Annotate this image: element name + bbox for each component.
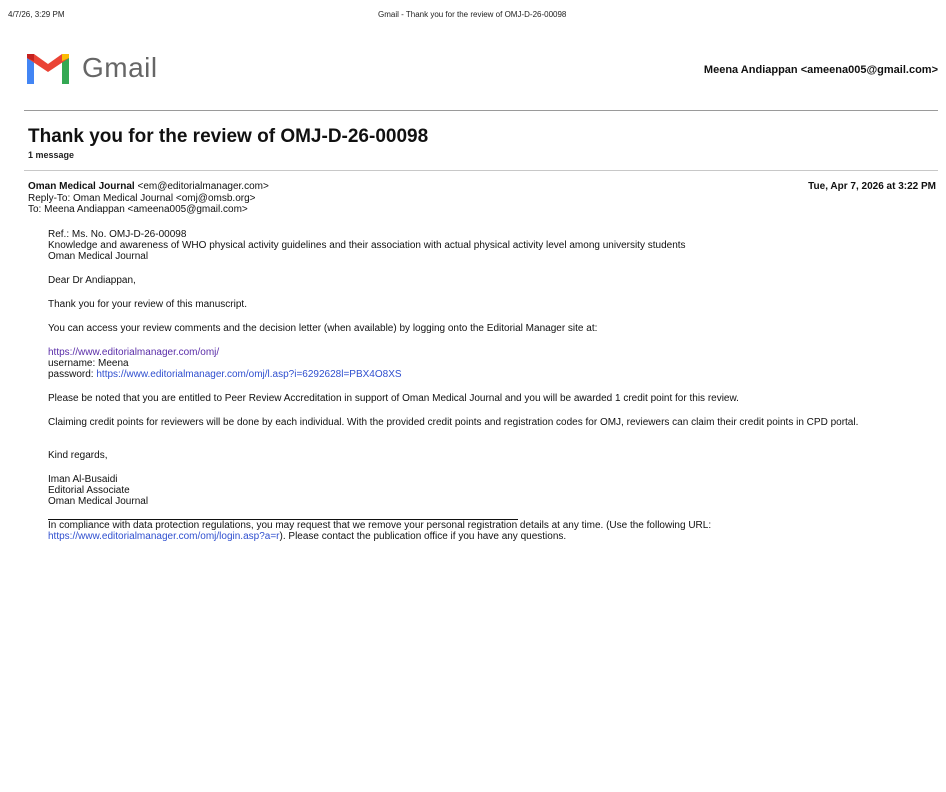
gmail-logo[interactable]: Gmail bbox=[24, 50, 158, 86]
sender-address: <em@editorialmanager.com> bbox=[137, 181, 269, 192]
password-link[interactable]: https://www.editorialmanager.com/omj/l.a… bbox=[96, 369, 401, 380]
reply-to-row: Reply-To: Oman Medical Journal <omj@omsb… bbox=[28, 193, 269, 205]
to-address: Meena Andiappan <ameena005@gmail.com> bbox=[44, 204, 248, 215]
subject-divider bbox=[24, 170, 938, 171]
message-meta: Oman Medical Journal <em@editorialmanage… bbox=[28, 181, 269, 216]
remove-details-link[interactable]: https://www.editorialmanager.com/omj/log… bbox=[48, 531, 280, 542]
signature-title: Editorial Associate bbox=[48, 485, 130, 496]
claiming-paragraph: Claiming credit points for reviewers wil… bbox=[48, 417, 859, 428]
password-label: password: bbox=[48, 369, 94, 380]
data-protection-notice: In compliance with data protection regul… bbox=[48, 520, 928, 542]
greeting: Dear Dr Andiappan, bbox=[48, 275, 136, 286]
message-body: Ref.: Ms. No. OMJ-D-26-00098 Knowledge a… bbox=[48, 229, 928, 542]
print-title: Gmail - Thank you for the review of OMJ-… bbox=[378, 10, 567, 19]
message-count: 1 message bbox=[28, 150, 75, 160]
reply-to-address: Oman Medical Journal <omj@omsb.org> bbox=[73, 192, 256, 204]
username-line: username: Meena bbox=[48, 358, 129, 369]
article-title: Knowledge and awareness of WHO physical … bbox=[48, 240, 686, 251]
gmail-m-icon bbox=[27, 54, 69, 84]
gmail-wordmark: Gmail bbox=[82, 52, 158, 83]
accreditation-paragraph: Please be noted that you are entitled to… bbox=[48, 393, 739, 404]
thanks-line: Thank you for your review of this manusc… bbox=[48, 299, 247, 310]
manuscript-ref: Ref.: Ms. No. OMJ-D-26-00098 bbox=[48, 229, 187, 240]
reply-to-label: Reply-To: bbox=[28, 192, 71, 204]
header-row: Gmail Meena Andiappan <ameena005@gmail.c… bbox=[24, 46, 938, 94]
notice-text-1: In compliance with data protection regul… bbox=[48, 520, 712, 531]
print-date: 4/7/26, 3:29 PM bbox=[8, 10, 65, 19]
site-link[interactable]: https://www.editorialmanager.com/omj/ bbox=[48, 347, 219, 358]
account-identity: Meena Andiappan <ameena005@gmail.com> bbox=[703, 64, 938, 76]
signature-name: Iman Al-Busaidi bbox=[48, 474, 118, 485]
signature-org: Oman Medical Journal bbox=[48, 496, 149, 507]
journal-name: Oman Medical Journal bbox=[48, 251, 149, 262]
header-divider bbox=[24, 110, 938, 111]
sender-name: Oman Medical Journal bbox=[28, 181, 135, 192]
print-header: 4/7/26, 3:29 PM Gmail - Thank you for th… bbox=[8, 10, 938, 24]
from-row: Oman Medical Journal <em@editorialmanage… bbox=[28, 181, 269, 193]
message-date: Tue, Apr 7, 2026 at 3:22 PM bbox=[808, 181, 936, 192]
thread-subject: Thank you for the review of OMJ-D-26-000… bbox=[28, 126, 429, 147]
to-row: To: Meena Andiappan <ameena005@gmail.com… bbox=[28, 204, 269, 216]
closing: Kind regards, bbox=[48, 450, 108, 461]
to-label: To: bbox=[28, 204, 42, 215]
notice-text-2: ). Please contact the publication office… bbox=[279, 531, 567, 542]
password-line: password: https://www.editorialmanager.c… bbox=[48, 369, 928, 380]
access-paragraph: You can access your review comments and … bbox=[48, 323, 598, 334]
